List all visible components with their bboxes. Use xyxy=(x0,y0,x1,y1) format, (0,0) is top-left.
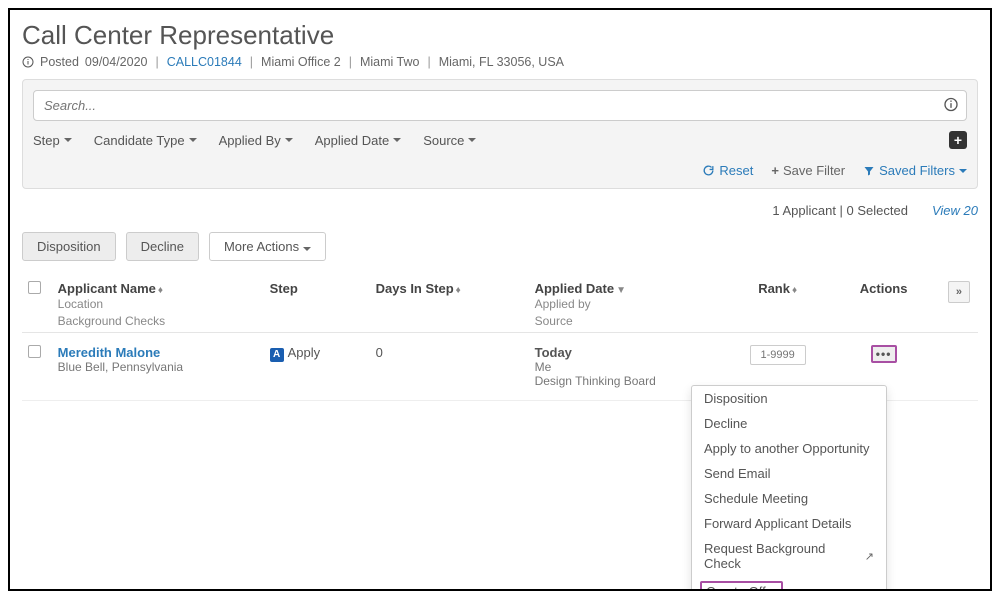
col-applied-sub2: Source xyxy=(535,313,724,330)
menu-schedule[interactable]: Schedule Meeting xyxy=(692,486,886,511)
posted-date: 09/04/2020 xyxy=(85,55,148,69)
chevron-down-icon xyxy=(189,138,197,142)
chevron-down-icon xyxy=(303,247,311,251)
col-actions: Actions xyxy=(825,273,942,332)
sort-icon: ♦ xyxy=(158,285,163,296)
actions-menu: Disposition Decline Apply to another Opp… xyxy=(691,385,887,591)
step-badge: A xyxy=(270,348,284,362)
external-link-icon: ↗ xyxy=(865,550,874,563)
applicant-table: Applicant Name♦ Location Background Chec… xyxy=(22,273,978,401)
info-icon xyxy=(22,56,34,68)
menu-create-offer[interactable]: Create Offer xyxy=(692,576,886,591)
col-applied[interactable]: Applied Date▼ xyxy=(535,281,626,296)
applied-by-value: Me xyxy=(535,360,724,374)
menu-apply-another[interactable]: Apply to another Opportunity xyxy=(692,436,886,461)
sort-desc-icon: ▼ xyxy=(616,285,626,296)
applied-date-value: Today xyxy=(535,345,572,360)
job-code-link[interactable]: CALLC01844 xyxy=(167,55,242,69)
row-checkbox[interactable] xyxy=(28,345,41,358)
filter-source[interactable]: Source xyxy=(423,133,476,148)
applicant-name-link[interactable]: Meredith Malone xyxy=(58,345,161,360)
applicant-count: 1 Applicant | 0 Selected xyxy=(772,203,908,218)
menu-send-email[interactable]: Send Email xyxy=(692,461,886,486)
col-step: Step xyxy=(264,273,370,332)
step-text: Apply xyxy=(288,345,321,360)
sort-icon: ♦ xyxy=(792,285,797,296)
add-filter-button[interactable]: + xyxy=(949,131,967,149)
chevron-down-icon xyxy=(393,138,401,142)
more-actions-button[interactable]: More Actions xyxy=(209,232,326,261)
applicant-location: Blue Bell, Pennsylvania xyxy=(58,360,258,374)
save-filter-button[interactable]: + Save Filter xyxy=(771,163,845,178)
filter-icon xyxy=(863,165,875,177)
chevron-down-icon xyxy=(64,138,72,142)
col-rank[interactable]: Rank♦ xyxy=(730,273,825,332)
office-2: Miami Two xyxy=(360,55,420,69)
filter-applied-by[interactable]: Applied By xyxy=(219,133,293,148)
search-info-icon[interactable] xyxy=(943,96,959,115)
filter-applied-date[interactable]: Applied Date xyxy=(315,133,401,148)
chevron-down-icon xyxy=(959,169,967,173)
meta-line: Posted 09/04/2020 | CALLC01844 | Miami O… xyxy=(22,55,978,69)
col-name-sub1: Location xyxy=(58,296,258,313)
saved-filters-button[interactable]: Saved Filters xyxy=(863,163,967,178)
expand-columns-button[interactable]: » xyxy=(948,281,970,303)
row-actions-button[interactable]: ••• xyxy=(871,345,897,363)
page-title: Call Center Representative xyxy=(22,20,978,51)
days-value: 0 xyxy=(370,332,529,400)
col-name[interactable]: Applicant Name♦ xyxy=(58,281,163,296)
chevron-down-icon xyxy=(285,138,293,142)
disposition-button[interactable]: Disposition xyxy=(22,232,116,261)
menu-forward[interactable]: Forward Applicant Details xyxy=(692,511,886,536)
plus-icon: + xyxy=(771,163,779,178)
decline-button[interactable]: Decline xyxy=(126,232,199,261)
chevron-down-icon xyxy=(468,138,476,142)
address: Miami, FL 33056, USA xyxy=(439,55,564,69)
refresh-icon xyxy=(702,164,715,177)
menu-disposition[interactable]: Disposition xyxy=(692,386,886,411)
rank-input[interactable] xyxy=(750,345,806,365)
filter-panel: Step Candidate Type Applied By Applied D… xyxy=(22,79,978,189)
reset-filter-button[interactable]: Reset xyxy=(702,163,753,178)
posted-label: Posted xyxy=(40,55,79,69)
select-all-checkbox[interactable] xyxy=(28,281,41,294)
menu-background[interactable]: Request Background Check↗ xyxy=(692,536,886,576)
search-input[interactable] xyxy=(33,90,967,121)
filter-step[interactable]: Step xyxy=(33,133,72,148)
sort-icon: ♦ xyxy=(456,285,461,296)
col-name-sub2: Background Checks xyxy=(58,313,258,330)
col-days[interactable]: Days In Step♦ xyxy=(370,273,529,332)
filter-candidate-type[interactable]: Candidate Type xyxy=(94,133,197,148)
menu-decline[interactable]: Decline xyxy=(692,411,886,436)
office-1: Miami Office 2 xyxy=(261,55,341,69)
view-count-link[interactable]: View 20 xyxy=(932,203,978,218)
col-applied-sub1: Applied by xyxy=(535,296,724,313)
